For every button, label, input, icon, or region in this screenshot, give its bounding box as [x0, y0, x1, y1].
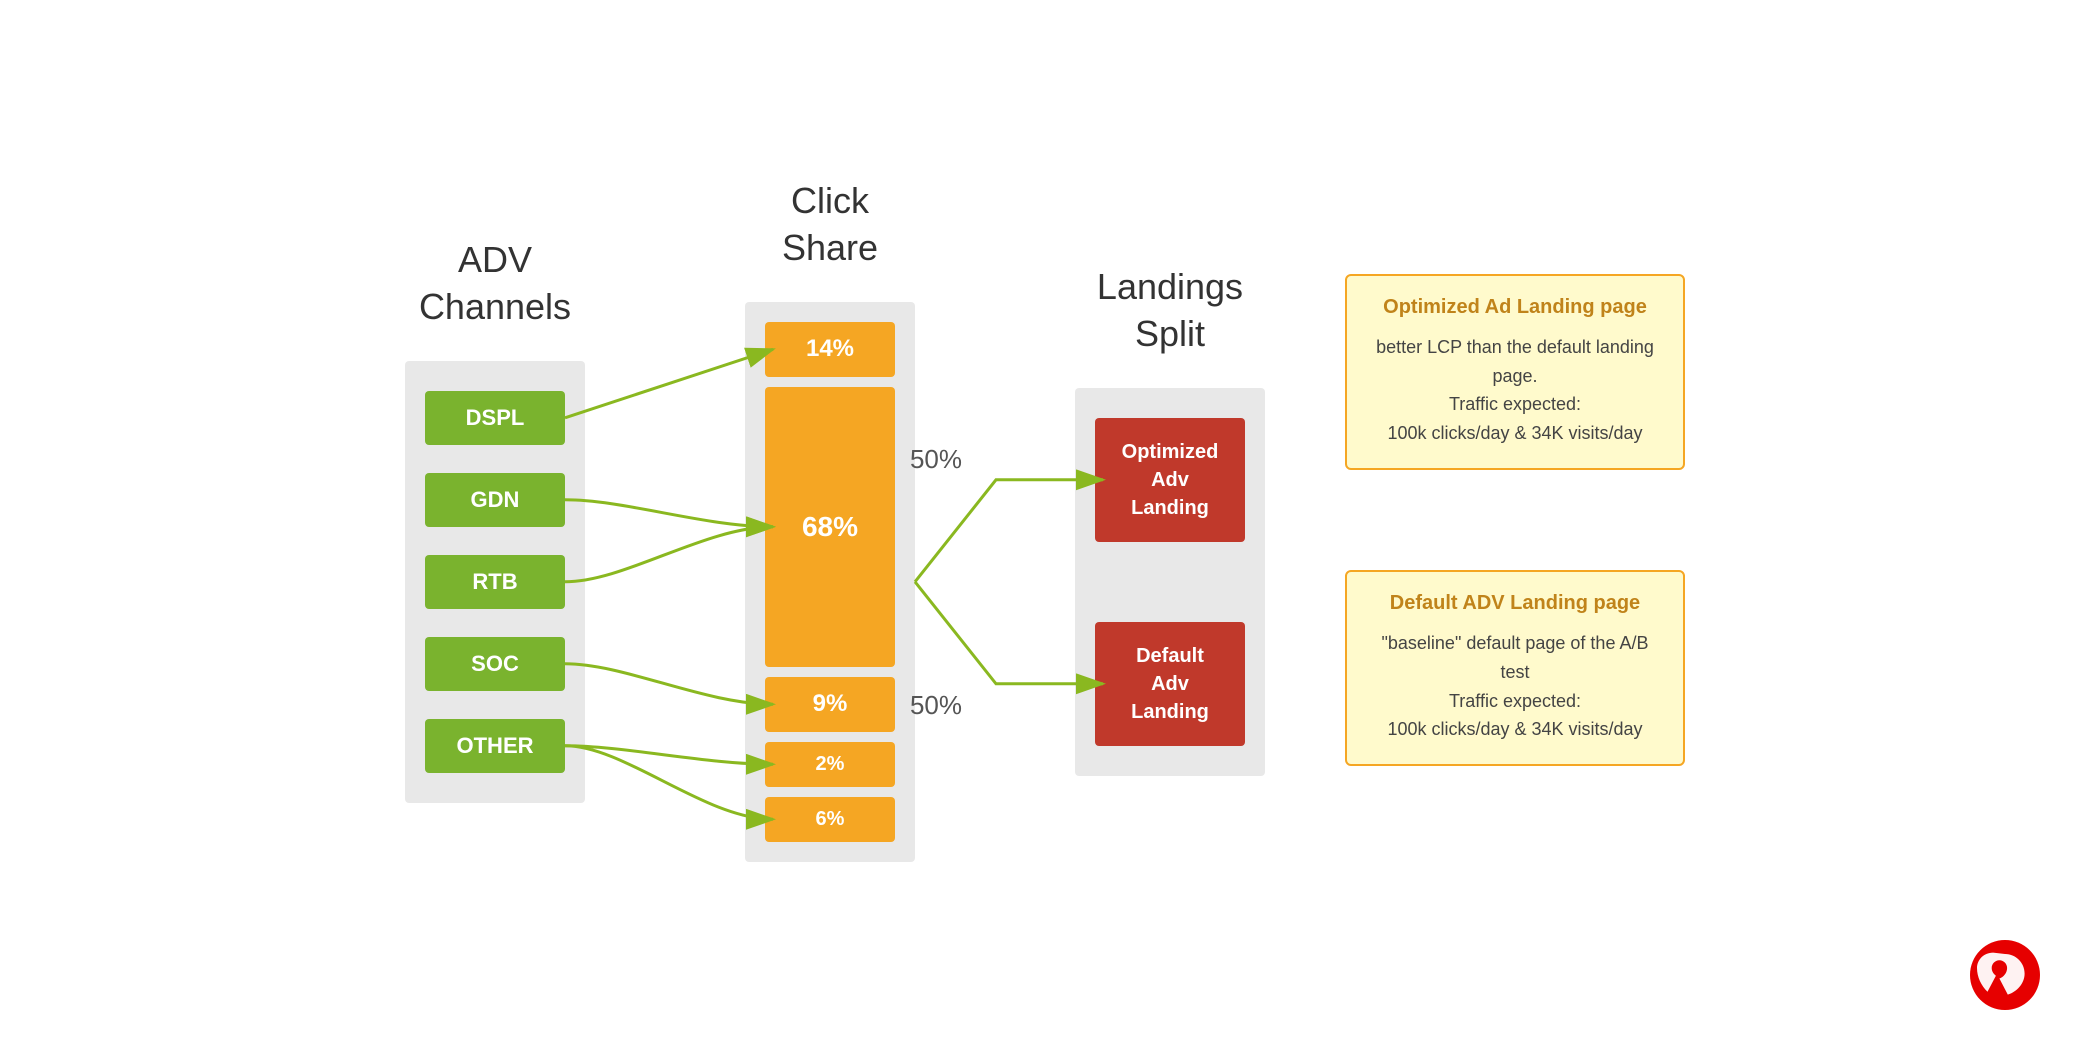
- landing-optimized: OptimizedAdvLanding: [1095, 418, 1245, 542]
- share-9: 9%: [765, 677, 895, 732]
- info-title-default: Default ADV Landing page: [1371, 592, 1659, 615]
- adv-channels-col: ADV Channels DSPL GDN RTB SOC OTHER: [405, 237, 585, 803]
- channel-gdn: GDN: [425, 473, 565, 527]
- info-title-optimized: Optimized Ad Landing page: [1371, 296, 1659, 319]
- landing-default: DefaultAdvLanding: [1095, 622, 1245, 746]
- click-share-col: Click Share 14% 68% 9% 2% 6%: [745, 178, 915, 862]
- info-box-optimized: Optimized Ad Landing page better LCP tha…: [1345, 274, 1685, 470]
- channel-dspl: DSPL: [425, 391, 565, 445]
- share-14: 14%: [765, 322, 895, 377]
- landings-col: Landings Split OptimizedAdvLanding Defau…: [1075, 264, 1265, 776]
- share-2: 2%: [765, 742, 895, 787]
- info-text-default: "baseline" default page of the A/B testT…: [1371, 629, 1659, 744]
- vodafone-logo: [1970, 940, 2040, 1010]
- click-bg: 14% 68% 9% 2% 6%: [745, 302, 915, 862]
- channel-rtb: RTB: [425, 555, 565, 609]
- channel-other: OTHER: [425, 719, 565, 773]
- info-col: Optimized Ad Landing page better LCP tha…: [1345, 274, 1685, 766]
- landings-header: Landings Split: [1097, 264, 1243, 358]
- adv-bg: DSPL GDN RTB SOC OTHER: [405, 361, 585, 803]
- landings-bg: OptimizedAdvLanding DefaultAdvLanding: [1075, 388, 1265, 776]
- share-6: 6%: [765, 797, 895, 842]
- channel-soc: SOC: [425, 637, 565, 691]
- info-text-optimized: better LCP than the default landing page…: [1371, 333, 1659, 448]
- click-header: Click Share: [782, 178, 878, 272]
- layout-row: ADV Channels DSPL GDN RTB SOC OTHER Clic…: [0, 0, 2090, 1040]
- info-box-default: Default ADV Landing page "baseline" defa…: [1345, 570, 1685, 766]
- diagram-container: ADV Channels DSPL GDN RTB SOC OTHER Clic…: [0, 0, 2090, 1040]
- adv-header: ADV Channels: [419, 237, 571, 331]
- share-68: 68%: [765, 387, 895, 667]
